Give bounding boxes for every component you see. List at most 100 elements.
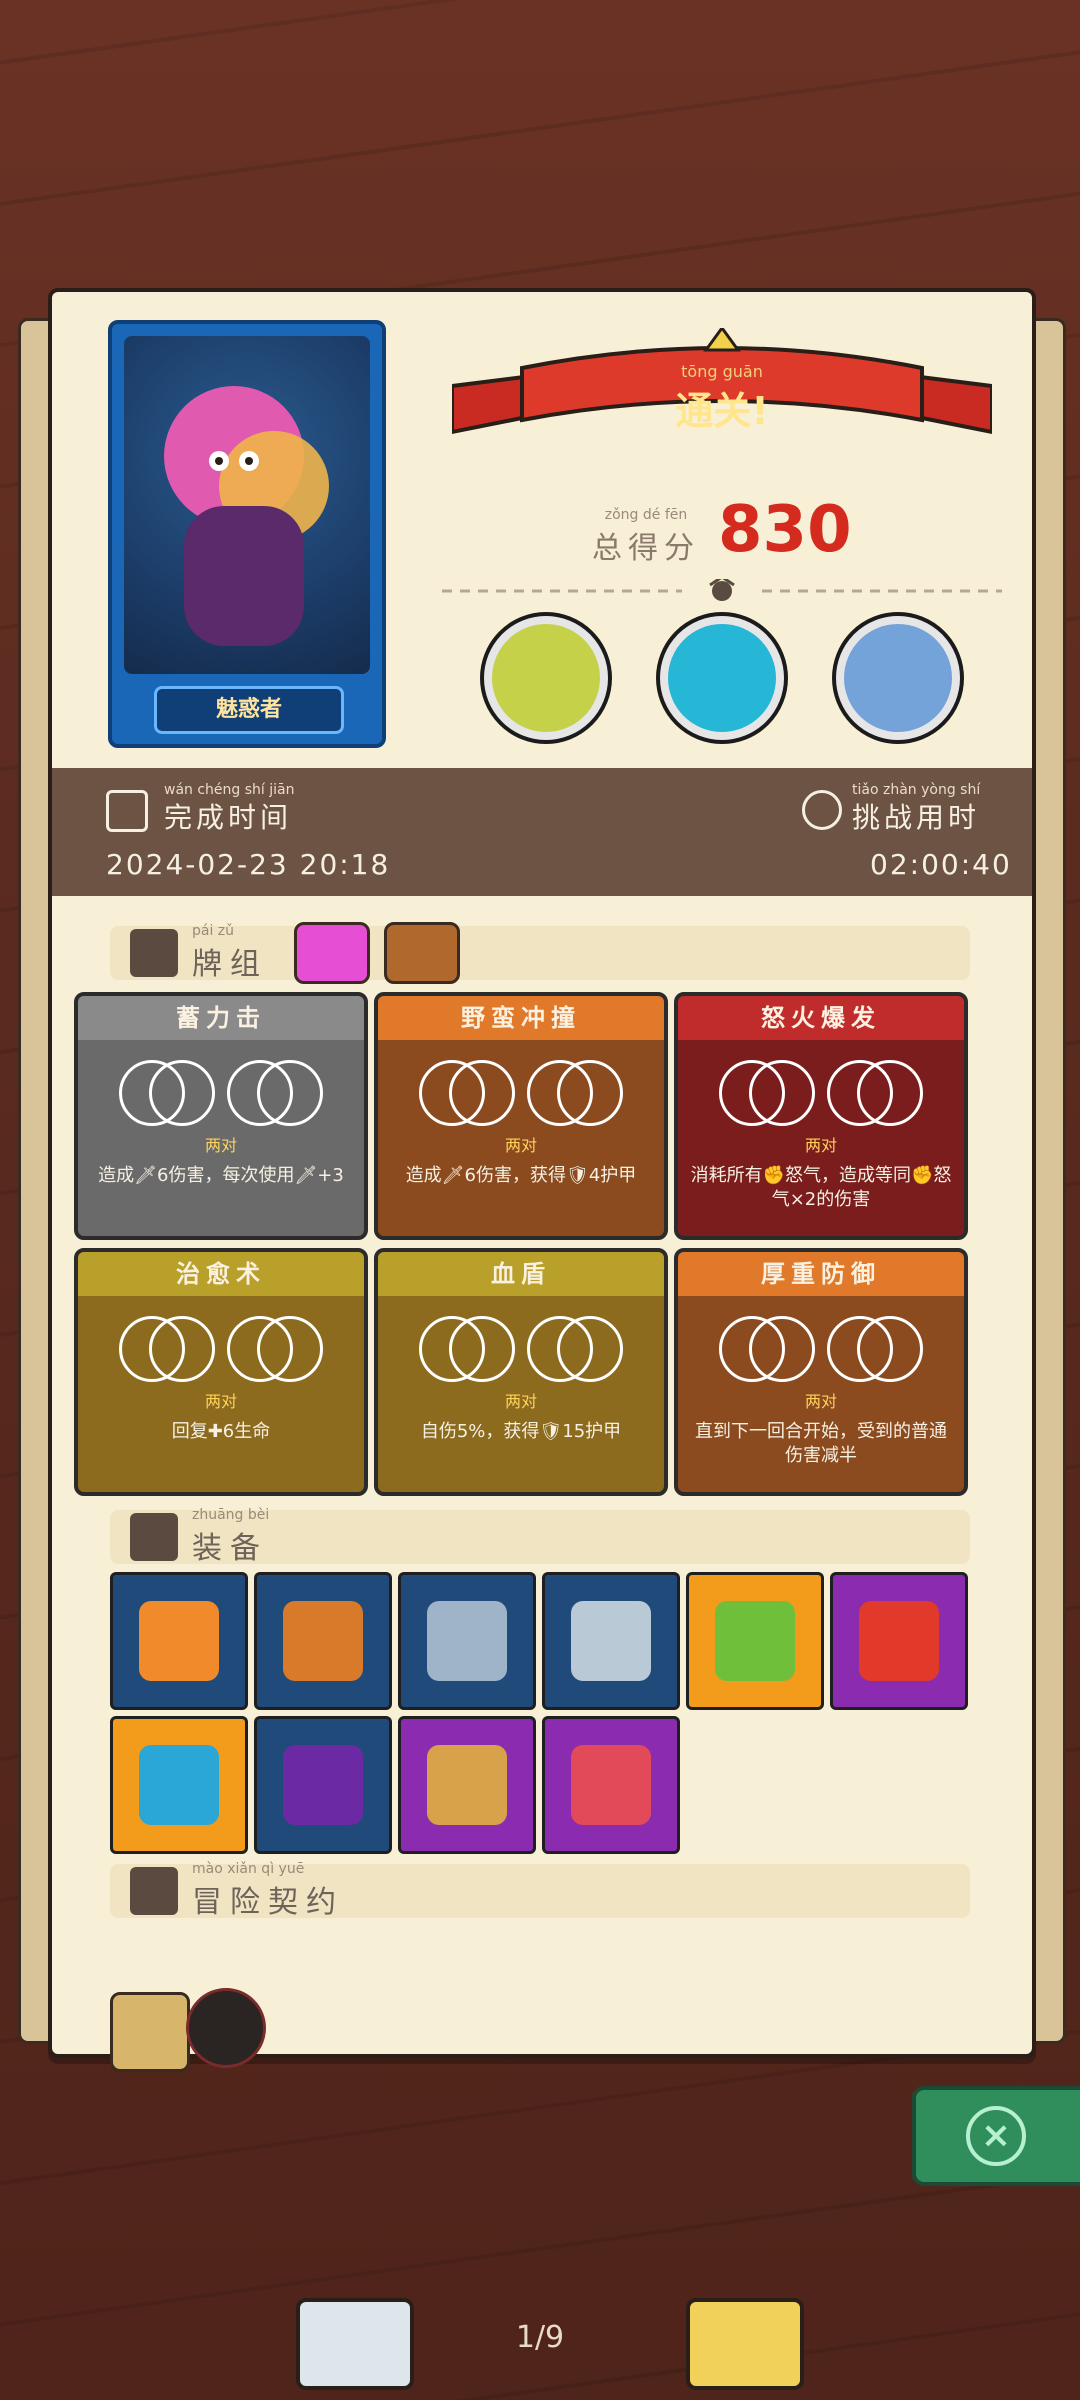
stopwatch-icon [802,790,842,830]
equipment-header: zhuāng bèi 装备 [110,1507,970,1567]
skull-spellbook-icon [283,1745,363,1825]
combos-title: 牌组 [192,947,268,982]
score-row: zǒng dé fēn 总得分 830 [592,493,952,567]
equipment-title-wrap: zhuāng bèi 装备 [178,1507,269,1567]
combo-filter-brown[interactable] [384,922,460,984]
combo-title-4: 治愈术 [78,1252,364,1296]
combo-dice-pair-4 [78,1316,364,1382]
black-horse-icon [668,624,776,732]
lightning-orb-icon [139,1601,219,1681]
close-icon: × [966,2106,1026,2166]
prev-page-button[interactable] [296,2298,414,2390]
equipment-grid [110,1572,970,1862]
next-page-button[interactable] [686,2298,804,2390]
box-icon [130,1513,178,1561]
combos-ruby: pái zǔ [192,923,235,939]
potion-bottle-icon[interactable] [186,1988,266,2068]
combo-desc-2: 造成🗡6伤害，获得🛡4护甲 [405,1165,637,1186]
combo-title-1: 蓄力击 [78,996,364,1040]
equipment-green-scroll[interactable] [686,1572,824,1710]
combo-dice-pair-2 [378,1060,664,1126]
combo-dice-pair-3 [678,1060,964,1126]
equipment-blue-shield-emblem[interactable] [110,1716,248,1854]
character-portrait: 魅惑者 [108,320,386,748]
combo-card-3[interactable]: 怒火爆发 两对 消耗所有✊怒气，造成等同✊怒气×2的伤害 [674,992,968,1240]
top-panel: 魅惑者 tōng guān 通关! zǒng dé fēn 总得分 830 [52,292,1032,762]
combo-grid: 蓄力击 两对 造成🗡6伤害，每次使用🗡+3 野蛮冲撞 两对 造成🗡6伤害，获得🛡… [74,992,1014,1512]
equipment-skull-spellbook[interactable] [254,1716,392,1854]
boss-icon-2[interactable] [656,612,788,744]
victory-ribbon: tōng guān 通关! [450,325,994,468]
combo-desc-1: 造成🗡6伤害，每次使用🗡+3 [98,1165,344,1186]
combo-desc-5: 自伤5%，获得🛡15护甲 [420,1421,622,1442]
combo-title-2: 野蛮冲撞 [378,996,664,1040]
combo-filter-pink[interactable] [294,922,370,984]
contract-scroll-icon[interactable] [110,1992,190,2072]
completion-time-label: 完成时间 [164,801,293,834]
equipment-ruby: zhuāng bèi [192,1507,270,1523]
character-illustration [164,386,329,646]
equipment-title: 装备 [192,1531,268,1566]
combo-sub-1: 两对 [204,1136,237,1155]
stone-axe-icon [571,1601,651,1681]
combo-card-2[interactable]: 野蛮冲撞 两对 造成🗡6伤害，获得🛡4护甲 [374,992,668,1240]
green-scroll-icon [715,1601,795,1681]
equipment-crystal-ring[interactable] [398,1716,536,1854]
boss-icon-1[interactable] [480,612,612,744]
time-stats: wán chéng shí jiān 完成时间 2024-02-23 20:18… [52,768,1032,896]
combo-sub-6: 两对 [804,1392,837,1411]
combo-card-4[interactable]: 治愈术 两对 回复✚6生命 [74,1248,368,1496]
red-sword-gem-icon [859,1601,939,1681]
combo-title-5: 血盾 [378,1252,664,1296]
pact-ruby: mào xiǎn qì yuē [192,1861,305,1877]
equipment-stone-axe[interactable] [542,1572,680,1710]
combo-title-6: 厚重防御 [678,1252,964,1296]
boss-icon-3[interactable] [832,612,964,744]
crystal-ring-icon [427,1745,507,1825]
close-button[interactable]: × [912,2086,1080,2186]
combo-title-3: 怒火爆发 [678,996,964,1040]
score-label: 总得分 [592,531,700,566]
equipment-armor-chestplate[interactable] [398,1572,536,1710]
combo-card-1[interactable]: 蓄力击 两对 造成🗡6伤害，每次使用🗡+3 [74,992,368,1240]
challenge-time-label: 挑战用时 [852,801,981,834]
green-dragon-skull-icon [492,624,600,732]
bottom-navigation: 1/9 [0,2280,1080,2400]
blue-shield-emblem-icon [139,1745,219,1825]
equipment-red-slime-jar[interactable] [542,1716,680,1854]
combo-desc-4: 回复✚6生命 [171,1421,271,1442]
combo-desc-3: 消耗所有✊怒气，造成等同✊怒气×2的伤害 [690,1165,952,1210]
character-art [124,336,370,674]
victory-ribbon-title: 通关! [675,389,769,433]
score-ruby: zǒng dé fēn [604,507,688,523]
combo-dice-pair-5 [378,1316,664,1382]
page-indicator: 1/9 [515,2320,565,2355]
completion-time-value: 2024-02-23 20:18 [106,848,391,881]
score-value: 830 [718,493,852,567]
combo-dice-pair-1 [78,1060,364,1126]
calendar-icon [106,790,148,832]
cards-icon [130,929,178,977]
score-label-wrap: zǒng dé fēn 总得分 [592,507,700,567]
combos-header: pái zǔ 牌组 [110,922,970,984]
red-slime-jar-icon [571,1745,651,1825]
combo-card-6[interactable]: 厚重防御 两对 直到下一回合开始，受到的普通伤害减半 [674,1248,968,1496]
challenge-time-value: 02:00:40 [870,848,1012,881]
combo-sub-5: 两对 [504,1392,537,1411]
golden-fruit-pot-icon [283,1601,363,1681]
combo-card-5[interactable]: 血盾 两对 自伤5%，获得🛡15护甲 [374,1248,668,1496]
combo-sub-4: 两对 [204,1392,237,1411]
combo-desc-6: 直到下一回合开始，受到的普通伤害减半 [695,1421,947,1466]
equipment-golden-fruit-pot[interactable] [254,1572,392,1710]
combo-sub-2: 两对 [504,1136,537,1155]
equipment-red-sword-gem[interactable] [830,1572,968,1710]
victory-ribbon-ruby: tōng guān [681,362,763,381]
boss-divider [442,579,1002,601]
equipment-lightning-orb[interactable] [110,1572,248,1710]
result-board: 魅惑者 tōng guān 通关! zǒng dé fēn 总得分 830 wá… [48,288,1036,2072]
combos-title-wrap: pái zǔ 牌组 [178,923,268,983]
blue-boar-icon [844,624,952,732]
pact-items [110,1902,970,2072]
armor-chestplate-icon [427,1601,507,1681]
combo-dice-pair-6 [678,1316,964,1382]
